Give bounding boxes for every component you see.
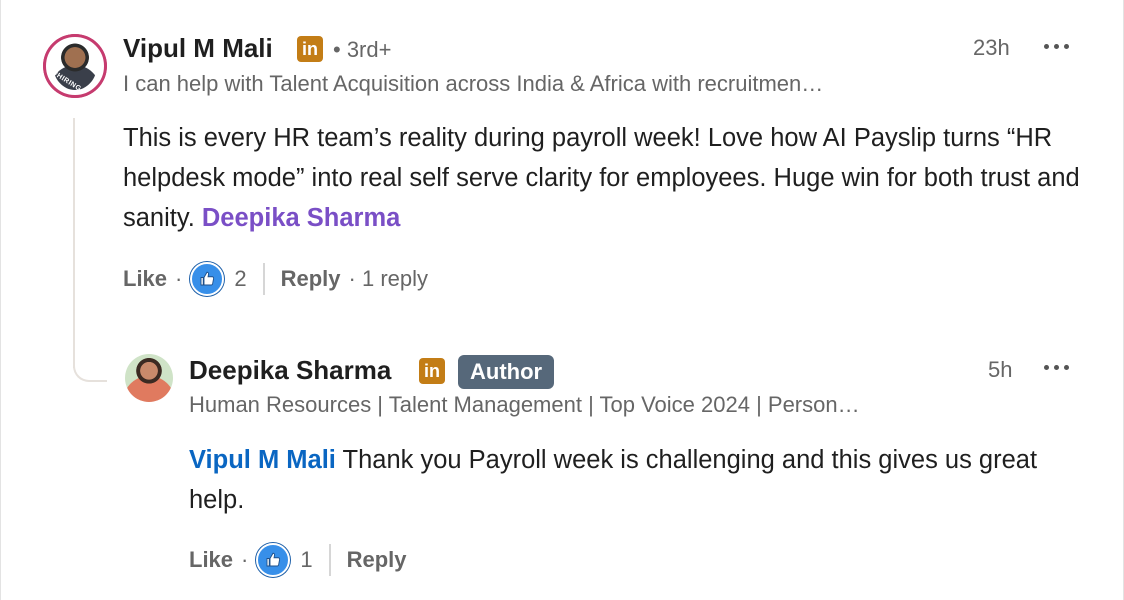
linkedin-icon: in: [297, 36, 323, 62]
reply-button[interactable]: Reply: [281, 266, 341, 292]
reply-author-name[interactable]: Deepika Sharma: [189, 355, 391, 386]
separator-dot: ·: [175, 266, 183, 291]
comment-timestamp: 23h: [973, 35, 1010, 60]
commenter-headline[interactable]: I can help with Talent Acquisition acros…: [123, 71, 823, 97]
reaction-count[interactable]: 2: [234, 266, 246, 292]
reply-actions: Like · 1 Reply: [189, 543, 407, 577]
comment-thread: #HIRING Vipul M Mali in • 3rd+ 23h I can…: [0, 0, 1124, 600]
comment-actions: Like · 2 Reply · 1 reply: [123, 262, 428, 296]
reply-author-avatar[interactable]: [125, 354, 173, 402]
thread-connector-curve: [73, 350, 107, 382]
commenter-avatar[interactable]: #HIRING: [43, 34, 107, 98]
connection-degree: • 3rd+: [333, 37, 392, 62]
thumbs-up-like-icon[interactable]: [190, 262, 225, 296]
reaction-count[interactable]: 1: [300, 547, 312, 573]
more-options-icon[interactable]: [1044, 43, 1072, 51]
more-options-icon[interactable]: [1044, 364, 1072, 372]
reply-text: Vipul M Mali Thank you Payroll week is c…: [189, 440, 1089, 520]
thread-connector-line: [73, 118, 75, 368]
thumbs-up-like-icon[interactable]: [256, 543, 291, 577]
comment-text: This is every HR team’s reality during p…: [123, 118, 1083, 238]
reply-author-headline[interactable]: Human Resources | Talent Management | To…: [189, 392, 860, 418]
reply-count-link[interactable]: · 1 reply: [349, 266, 428, 292]
action-divider: [328, 544, 331, 576]
like-button[interactable]: Like: [123, 266, 167, 292]
reply-button[interactable]: Reply: [347, 547, 407, 573]
reply-timestamp: 5h: [988, 357, 1013, 382]
separator-dot: ·: [241, 547, 249, 572]
mention-link[interactable]: Vipul M Mali: [189, 446, 336, 474]
linkedin-icon: in: [419, 358, 445, 384]
author-badge: Author: [458, 355, 555, 389]
like-button[interactable]: Like: [189, 547, 233, 573]
mention-link[interactable]: Deepika Sharma: [202, 204, 400, 232]
commenter-name[interactable]: Vipul M Mali: [123, 33, 273, 64]
action-divider: [262, 263, 265, 295]
